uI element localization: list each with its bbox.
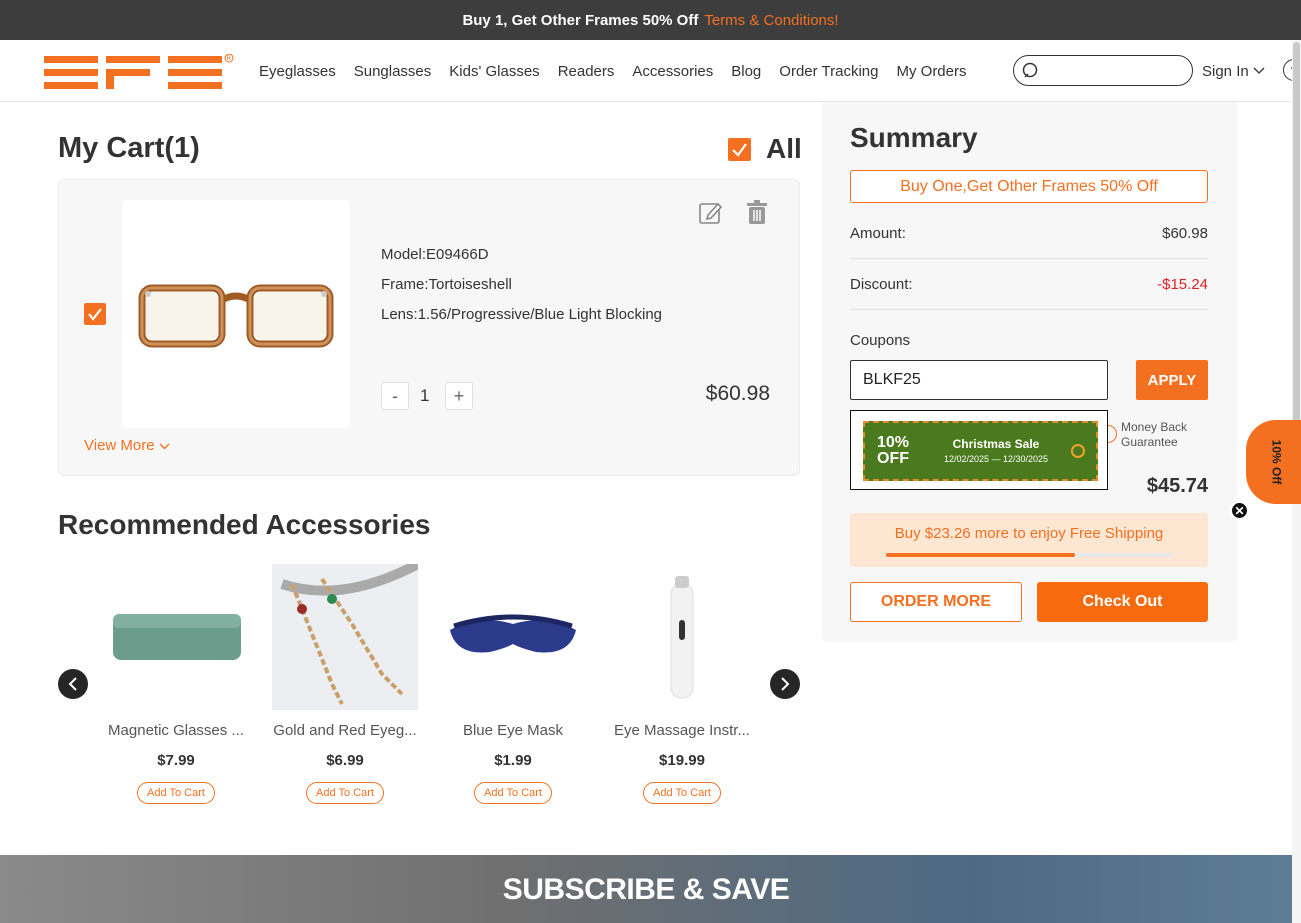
product-card[interactable]: Eye Massage Instr... $19.99 Add To Cart	[609, 564, 755, 804]
promotion-button[interactable]: Buy One,Get Other Frames 50% Off	[850, 170, 1208, 203]
eyeglass-chain-image	[272, 559, 421, 710]
coupon-percent: 10% OFF	[877, 434, 910, 467]
sign-in-menu[interactable]: Sign In	[1202, 40, 1265, 102]
product-card[interactable]: Gold and Red Eyeg... $6.99 Add To Cart	[272, 559, 421, 804]
site-header: R Eyeglasses Sunglasses Kids' Glasses Re…	[0, 40, 1301, 102]
order-more-button[interactable]: ORDER MORE	[850, 582, 1022, 622]
discount-label: Discount:	[850, 276, 913, 293]
chevron-down-icon	[159, 443, 170, 450]
amount-row: Amount: $60.98	[850, 225, 1208, 242]
subscribe-title: SUBSCRIBE & SAVE	[502, 873, 790, 906]
terms-link[interactable]: Terms & Conditions!	[704, 12, 838, 29]
carousel-next-button[interactable]	[770, 669, 800, 699]
discount-value: -$15.24	[1157, 276, 1208, 293]
item-lens: Lens:1.56/Progressive/Blue Light Blockin…	[381, 306, 663, 323]
nav-sunglasses[interactable]: Sunglasses	[354, 63, 432, 80]
promo-bar: Buy 1, Get Other Frames 50% Off Terms & …	[0, 0, 1301, 40]
nav-order-tracking[interactable]: Order Tracking	[779, 63, 878, 80]
summary-title: Summary	[850, 122, 978, 153]
coupons-label: Coupons	[850, 332, 911, 349]
select-all-checkbox[interactable]	[728, 138, 751, 161]
svg-text:R: R	[227, 56, 232, 62]
cart-title: My Cart(1)	[58, 132, 200, 164]
product-name[interactable]: Eye Massage Instr...	[589, 722, 775, 739]
eye-massager-image	[670, 576, 694, 699]
search-input[interactable]	[1013, 55, 1193, 86]
quantity-increase-button[interactable]: +	[445, 382, 473, 410]
glasses-case-image	[113, 614, 241, 660]
money-back-guarantee: Money Back Guarantee	[1121, 420, 1188, 449]
scrollbar-thumb[interactable]	[1293, 42, 1300, 452]
sign-in-label: Sign In	[1202, 62, 1249, 80]
coupon-name: Christmas Sale	[952, 437, 1040, 451]
coupon-radio[interactable]	[1071, 444, 1085, 458]
free-shipping-progress	[886, 553, 1173, 557]
nav-eyeglasses[interactable]: Eyeglasses	[259, 63, 336, 80]
view-more-label: View More	[84, 437, 155, 454]
add-to-cart-button[interactable]: Add To Cart	[643, 782, 721, 804]
apply-coupon-button[interactable]: APPLY	[1136, 360, 1208, 400]
promo-text: Buy 1, Get Other Frames 50% Off	[462, 11, 699, 29]
product-price: $19.99	[659, 752, 705, 769]
divider	[850, 258, 1208, 259]
check-icon	[88, 308, 102, 321]
product-card[interactable]: Blue Eye Mask $1.99 Add To Cart	[440, 564, 586, 804]
close-icon[interactable]: ✕	[1230, 501, 1249, 520]
side-tab-label: 10% Off	[1269, 439, 1284, 485]
nav-my-orders[interactable]: My Orders	[896, 63, 966, 80]
quantity-value: 1	[420, 386, 430, 405]
free-shipping-text: Buy $23.26 more to enjoy Free Shipping	[894, 525, 1164, 542]
nav-readers[interactable]: Readers	[558, 63, 615, 80]
product-price: $7.99	[157, 752, 195, 769]
eyeglasses-image	[138, 284, 334, 348]
amount-value: $60.98	[1162, 225, 1208, 242]
nav-accessories[interactable]: Accessories	[632, 63, 713, 80]
select-all-label: All	[766, 133, 802, 164]
product-name[interactable]: Blue Eye Mask	[420, 722, 606, 739]
product-price: $1.99	[494, 752, 532, 769]
amount-label: Amount:	[850, 225, 906, 242]
discount-side-tab[interactable]: 10% Off	[1246, 420, 1301, 504]
coupon-dates: 12/02/2025 — 12/30/2025	[943, 454, 1049, 464]
item-price: $60.98	[705, 382, 770, 405]
cart-item-checkbox[interactable]	[84, 303, 106, 325]
carousel-prev-button[interactable]	[58, 669, 88, 699]
add-to-cart-button[interactable]: Add To Cart	[306, 782, 384, 804]
view-more-link[interactable]: View More	[84, 437, 170, 454]
nav-kids-glasses[interactable]: Kids' Glasses	[449, 63, 539, 80]
search-icon	[1022, 62, 1038, 78]
check-icon	[732, 143, 747, 157]
nav-blog[interactable]: Blog	[731, 63, 761, 80]
coupon-option[interactable]: 10% OFF Christmas Sale 12/02/2025 — 12/30…	[863, 421, 1098, 481]
free-shipping-notice: Buy $23.26 more to enjoy Free Shipping	[850, 513, 1208, 567]
coupon-dropdown: 10% OFF Christmas Sale 12/02/2025 — 12/30…	[850, 410, 1108, 490]
item-frame: Frame:Tortoiseshell	[381, 276, 512, 293]
trash-icon[interactable]	[746, 200, 768, 226]
eye-mask-image	[450, 614, 576, 653]
efe-logo[interactable]: R	[44, 54, 234, 90]
recommended-title: Recommended Accessories	[58, 509, 431, 540]
chevron-left-icon	[68, 677, 77, 691]
edit-icon[interactable]	[698, 200, 724, 226]
coupon-code-input[interactable]: BLKF25	[850, 360, 1108, 400]
main-nav: Eyeglasses Sunglasses Kids' Glasses Read…	[259, 40, 967, 102]
cart-item-image[interactable]	[122, 200, 350, 428]
discount-row: Discount: -$15.24	[850, 276, 1208, 293]
chevron-down-icon	[1253, 67, 1265, 74]
quantity-decrease-button[interactable]: -	[381, 382, 409, 410]
total-value: $45.74	[1146, 475, 1208, 497]
item-model: Model:E09466D	[381, 246, 489, 263]
product-card[interactable]: Magnetic Glasses ... $7.99 Add To Cart	[103, 564, 249, 804]
product-price: $6.99	[326, 752, 364, 769]
product-name[interactable]: Gold and Red Eyeg...	[252, 722, 438, 739]
chevron-right-icon	[781, 677, 790, 691]
add-to-cart-button[interactable]: Add To Cart	[474, 782, 552, 804]
add-to-cart-button[interactable]: Add To Cart	[137, 782, 215, 804]
checkout-button[interactable]: Check Out	[1037, 582, 1208, 622]
subscribe-banner: SUBSCRIBE & SAVE	[0, 855, 1292, 923]
free-shipping-progress-fill	[886, 553, 1076, 557]
product-name[interactable]: Magnetic Glasses ...	[83, 722, 269, 739]
divider	[850, 309, 1208, 310]
